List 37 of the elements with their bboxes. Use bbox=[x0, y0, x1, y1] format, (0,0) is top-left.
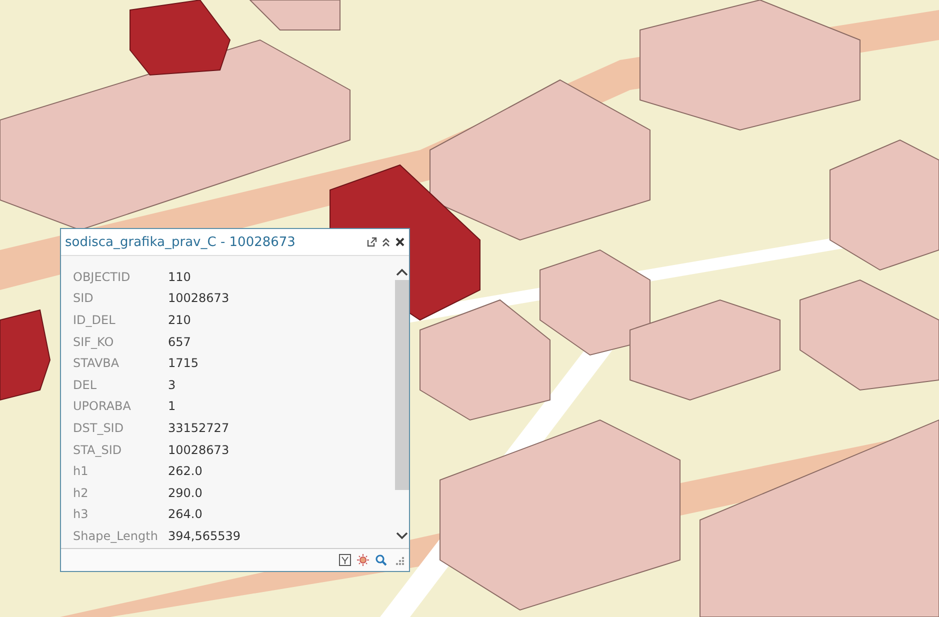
collapse-icon[interactable] bbox=[381, 237, 391, 247]
field-name: SID bbox=[73, 291, 94, 306]
field-value: 264.0 bbox=[168, 507, 202, 522]
field-name: DST_SID bbox=[73, 420, 125, 435]
field-value: 1715 bbox=[168, 356, 199, 370]
scroll-down-icon[interactable] bbox=[396, 532, 408, 540]
field-value: 10028673 bbox=[168, 442, 230, 457]
resize-grip-icon[interactable] bbox=[393, 554, 405, 566]
field-value: 262.0 bbox=[168, 464, 202, 478]
field-name: ID_DEL bbox=[73, 312, 116, 327]
pop-out-icon[interactable] bbox=[367, 237, 377, 247]
close-icon[interactable] bbox=[395, 237, 405, 247]
field-name: h3 bbox=[73, 507, 90, 522]
field-name: SIF_KO bbox=[73, 334, 115, 349]
sun-icon[interactable] bbox=[357, 554, 369, 566]
field-value: 290.0 bbox=[168, 486, 202, 500]
zoom-icon[interactable] bbox=[375, 554, 387, 566]
field-name: UPORABA bbox=[73, 399, 132, 414]
filter-icon[interactable] bbox=[339, 554, 351, 566]
scroll-up-icon[interactable] bbox=[396, 268, 408, 276]
scrollbar-thumb[interactable] bbox=[395, 280, 409, 490]
field-name: STAVBA bbox=[73, 356, 120, 370]
field-value: 10028673 bbox=[168, 291, 230, 306]
field-name: Shape_Length bbox=[73, 528, 159, 543]
field-value: 1 bbox=[168, 399, 176, 414]
field-value: 3 bbox=[168, 378, 176, 392]
field-value: 394,565539 bbox=[168, 528, 241, 543]
field-value: 33152727 bbox=[168, 420, 230, 435]
popup-title: sodisca_grafika_prav_C - 10028673 bbox=[65, 234, 296, 250]
field-name: DEL bbox=[73, 378, 98, 392]
field-value: 657 bbox=[168, 334, 191, 349]
field-value: 110 bbox=[168, 270, 191, 284]
field-name: h1 bbox=[73, 464, 90, 478]
field-name: h2 bbox=[73, 486, 90, 500]
field-name: OBJECTID bbox=[73, 270, 132, 284]
field-value: 210 bbox=[168, 312, 191, 327]
field-name: STA_SID bbox=[73, 442, 123, 457]
